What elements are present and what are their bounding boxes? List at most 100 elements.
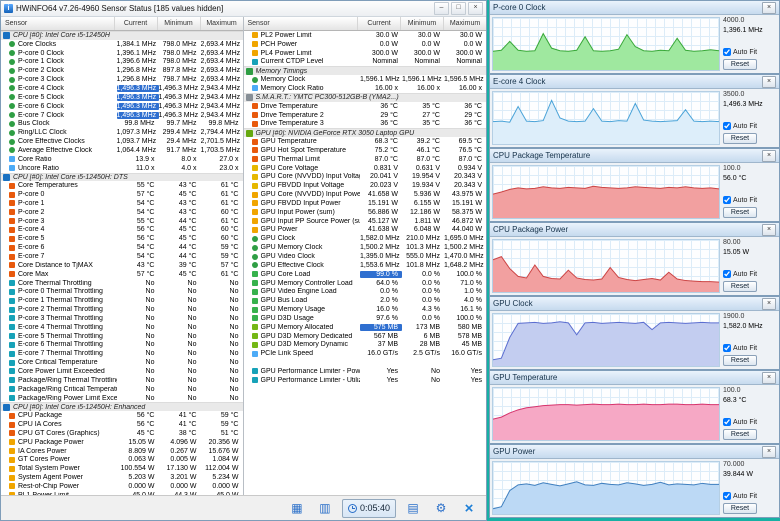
reset-button[interactable]: Reset [723, 59, 757, 70]
sensor-row[interactable]: Drive Temperature36 °C35 °C36 °C [244, 102, 487, 111]
sensor-row[interactable]: GPU Memory Controller Load64.0 %0.0 %71.… [244, 279, 487, 288]
sensor-section-row[interactable]: GPU [#0]: NVIDIA GeForce RTX 3050 Laptop… [244, 128, 487, 137]
auto-fit-checkbox-input[interactable] [723, 122, 731, 130]
sensor-row[interactable]: P-core 0 Thermal ThrottlingNoNoNo [1, 287, 243, 296]
sensor-row[interactable]: Total System Power100.554 W17.130 W112.0… [1, 464, 243, 473]
sensor-row[interactable]: PL2 Power Limit30.0 W30.0 W30.0 W [244, 31, 487, 40]
sensor-row[interactable]: P-core 254 °C43 °C60 °C [1, 208, 243, 217]
sensor-row[interactable]: CPU GT Cores (Graphics)45 °C38 °C51 °C [1, 429, 243, 438]
sensor-row[interactable]: P-core 355 °C44 °C61 °C [1, 217, 243, 226]
graph-close-button[interactable]: × [762, 372, 776, 384]
sensor-row[interactable]: Uncore Ratio11.0 x4.0 x23.0 x [1, 164, 243, 173]
graph-titlebar[interactable]: CPU Package Power× [490, 223, 779, 237]
close-button[interactable]: × [468, 2, 483, 15]
sensor-row[interactable]: Rest-of-Chip Power0.000 W0.000 W0.000 W [1, 482, 243, 491]
sensor-row[interactable]: E-core 4 Clock1,496.3 MHz1,496.3 MHz2,94… [1, 84, 243, 93]
graph-titlebar[interactable]: GPU Temperature× [490, 371, 779, 385]
column-header-maximum[interactable]: Maximum [201, 17, 243, 30]
sensor-row[interactable]: GPU Performance Limiter - PowerYesNoYes [244, 367, 487, 376]
sensor-row[interactable]: GPU Power41.638 W6.048 W44.040 W [244, 226, 487, 235]
graph-titlebar[interactable]: E-core 4 Clock× [490, 75, 779, 89]
sensor-section-row[interactable]: CPU [#0]: Intel Core i5-12450H [1, 31, 243, 40]
auto-fit-checkbox[interactable]: Auto Fit [723, 48, 777, 56]
sensor-row[interactable]: Core Max57 °C45 °C61 °C [1, 270, 243, 279]
close-sensors-button[interactable]: × [458, 498, 480, 518]
graph-close-button[interactable]: × [762, 446, 776, 458]
sensor-row[interactable]: E-core 556 °C45 °C60 °C [1, 234, 243, 243]
sensor-row[interactable]: GPU Temperature68.3 °C39.2 °C69.5 °C [244, 137, 487, 146]
window-titlebar[interactable]: i HWiNFO64 v7.26-4960 Sensor Status [185… [1, 1, 486, 17]
sensor-row[interactable]: GPU Memory Clock1,500.2 MHz101.3 MHz1,50… [244, 243, 487, 252]
sensor-row[interactable]: E-core 7 Thermal ThrottlingNoNoNo [1, 349, 243, 358]
reset-button[interactable]: Reset [723, 429, 757, 440]
sensor-row[interactable]: Memory Clock Ratio16.00 x16.00 x16.00 x [244, 84, 487, 93]
maximize-button[interactable]: □ [451, 2, 466, 15]
logging-button[interactable]: ▥ [314, 498, 336, 518]
column-header-sensor[interactable]: Sensor [1, 17, 115, 30]
graph-close-button[interactable]: × [762, 224, 776, 236]
sensor-row[interactable]: System Agent Power5.203 W3.201 W5.234 W [1, 473, 243, 482]
sensor-row[interactable]: Bus Clock99.8 MHz99.7 MHz99.8 MHz [1, 119, 243, 128]
sensor-row[interactable]: Core Critical TemperatureNoNoNo [1, 358, 243, 367]
sensor-row[interactable]: E-core 754 °C44 °C59 °C [1, 252, 243, 261]
sensor-row[interactable]: E-core 5 Thermal ThrottlingNoNoNo [1, 332, 243, 341]
sensor-row[interactable]: E-core 6 Thermal ThrottlingNoNoNo [1, 341, 243, 350]
sensor-row[interactable]: Package/Ring Critical TemperatureNoNoNo [1, 385, 243, 394]
sensor-row[interactable]: PCH Power0.0 W0.0 W0.0 W [244, 40, 487, 49]
sensor-row[interactable]: E-core 7 Clock1,496.3 MHz1,496.3 MHz2,94… [1, 111, 243, 120]
sensor-row[interactable]: E-core 654 °C44 °C59 °C [1, 243, 243, 252]
sensor-row[interactable]: Drive Temperature 229 °C27 °C29 °C [244, 111, 487, 120]
sensor-row[interactable]: GPU Core Load99.0 %0.0 %100.0 % [244, 270, 487, 279]
sensor-row[interactable]: CPU Package56 °C41 °C59 °C [1, 411, 243, 420]
auto-fit-checkbox-input[interactable] [723, 48, 731, 56]
sensor-row[interactable]: GPU D3D Usage97.6 %0.0 %100.0 % [244, 314, 487, 323]
sensor-row[interactable]: GPU Memory Allocated575 MB173 MB580 MB [244, 323, 487, 332]
graph-close-button[interactable]: × [762, 2, 776, 14]
sensor-row[interactable]: Drive Temperature 336 °C35 °C36 °C [244, 119, 487, 128]
column-header-current[interactable]: Current [358, 17, 401, 30]
auto-fit-checkbox-input[interactable] [723, 344, 731, 352]
sensor-row[interactable]: P-core 154 °C43 °C61 °C [1, 199, 243, 208]
sensor-row[interactable]: PCIe Link Speed16.0 GT/s2.5 GT/s16.0 GT/… [244, 349, 487, 358]
sensor-row[interactable]: Core Power Limit ExceededNoNoNo [1, 367, 243, 376]
graph-close-button[interactable]: × [762, 298, 776, 310]
sensor-row[interactable]: Core Temperatures55 °C43 °C61 °C [1, 181, 243, 190]
column-header-minimum[interactable]: Minimum [158, 17, 201, 30]
sensor-row[interactable]: GPU FBVDD Input Power15.191 W6.155 W15.1… [244, 199, 487, 208]
auto-fit-checkbox-input[interactable] [723, 196, 731, 204]
sensor-row[interactable]: GPU Core (NVVDD) Input Voltage20.041 V19… [244, 173, 487, 182]
sensor-row[interactable]: P-core 2 Clock1,296.8 MHz897.8 MHz2,693.… [1, 66, 243, 75]
sensor-row[interactable]: IA Cores Power8.809 W0.267 W15.676 W [1, 447, 243, 456]
sensor-section-row[interactable]: S.M.A.R.T.: YMTC PC300-512GB-B (YMA2...) [244, 93, 487, 102]
sensor-row[interactable]: P-core 3 Thermal ThrottlingNoNoNo [1, 314, 243, 323]
sensor-row[interactable]: GPU Thermal Limit87.0 °C87.0 °C87.0 °C [244, 155, 487, 164]
column-header-sensor[interactable]: Sensor [244, 17, 359, 30]
sensor-row[interactable]: P-core 1 Clock1,396.6 MHz798.0 MHz2,693.… [1, 58, 243, 67]
sensor-row[interactable]: P-core 3 Clock1,296.8 MHz798.7 MHz2,693.… [1, 75, 243, 84]
sensor-row[interactable]: GPU D3D Memory Dedicated567 MB6 MB578 MB [244, 332, 487, 341]
graph-button[interactable]: ▦ [286, 498, 308, 518]
auto-fit-checkbox-input[interactable] [723, 492, 731, 500]
sensor-row[interactable]: GPU Hot Spot Temperature75.2 °C46.1 °C76… [244, 146, 487, 155]
sensor-row[interactable]: Core Ratio13.9 x8.0 x27.0 x [1, 155, 243, 164]
sensor-row[interactable]: Memory Clock1,596.1 MHz1,596.1 MHz1,596.… [244, 75, 487, 84]
sensor-row[interactable]: CPU IA Cores56 °C41 °C59 °C [1, 420, 243, 429]
reset-button[interactable]: Reset [723, 207, 757, 218]
sensor-row[interactable]: Package/Ring Power Limit ExceededNoNoNo [1, 394, 243, 403]
graph-titlebar[interactable]: GPU Power× [490, 445, 779, 459]
sensor-row[interactable]: GPU Bus Load2.0 %0.0 %4.0 % [244, 296, 487, 305]
sensor-row[interactable]: Core Distance to TjMAX43 °C39 °C57 °C [1, 261, 243, 270]
sensor-row[interactable]: E-core 6 Clock1,496.3 MHz1,496.3 MHz2,94… [1, 102, 243, 111]
reset-button[interactable]: Reset [723, 503, 757, 514]
auto-fit-checkbox[interactable]: Auto Fit [723, 196, 777, 204]
graph-titlebar[interactable]: GPU Clock× [490, 297, 779, 311]
auto-fit-checkbox[interactable]: Auto Fit [723, 122, 777, 130]
sensor-section-row[interactable]: Memory Timings [244, 66, 487, 75]
auto-fit-checkbox[interactable]: Auto Fit [723, 418, 777, 426]
sensor-row[interactable]: GPU D3D Memory Dynamic37 MB28 MB45 MB [244, 341, 487, 350]
sensor-row[interactable]: Core Thermal ThrottlingNoNoNo [1, 279, 243, 288]
sensor-row[interactable]: GPU Input Power (sum)56.886 W12.186 W58.… [244, 208, 487, 217]
sensor-row[interactable]: P-core 2 Thermal ThrottlingNoNoNo [1, 305, 243, 314]
sensor-row[interactable]: PL4 Power Limit300.0 W300.0 W300.0 W [244, 49, 487, 58]
reset-button[interactable]: Reset [723, 133, 757, 144]
